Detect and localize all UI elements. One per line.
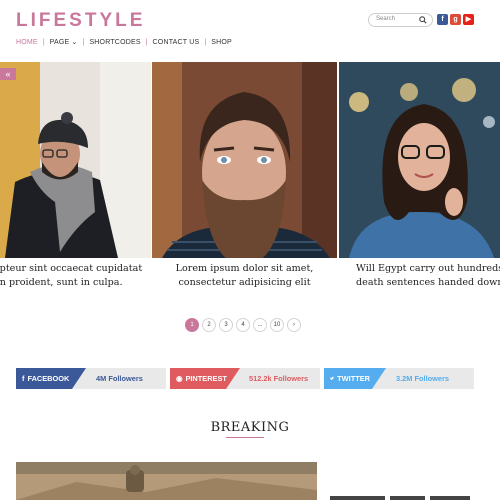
nav-item-home[interactable]: HOME [16,39,38,46]
search-input[interactable]: Search [368,13,433,27]
facebook-followers: 4M Followers [96,374,143,383]
pinterest-counter-label: ◉ PINTEREST [170,368,240,389]
facebook-counter[interactable]: f FACEBOOK 4M Followers [16,368,166,389]
pinterest-icon: ◉ [176,374,183,383]
breaking-section-title: BREAKING [210,420,290,435]
nav-separator: | [42,38,45,46]
nav-item-page-label: PAGE [49,39,70,46]
page-button-2[interactable]: 2 [202,318,216,332]
pinterest-followers: 512.2k Followers [249,374,309,383]
site-logo[interactable]: LIFESTYLE [16,10,145,32]
page-button-3[interactable]: 3 [219,318,233,332]
slide-image-2[interactable] [152,62,337,258]
nav-separator: | [82,38,85,46]
search-placeholder: Search [376,16,396,22]
page-button-10[interactable]: 10 [270,318,284,332]
breaking-article-headline-cutoff[interactable] [330,493,500,500]
pinterest-network-name: PINTEREST [185,374,227,383]
slide-caption-line: on proident, sunt in culpa. [0,277,123,288]
breaking-article-image[interactable] [16,462,317,500]
nav-item-contact[interactable]: CONTACT US [153,39,200,46]
facebook-counter-label: f FACEBOOK [16,368,86,389]
chevron-down-icon: ⌄ [71,39,78,46]
slide-image-3[interactable] [339,62,500,258]
pinterest-counter[interactable]: ◉ PINTEREST 512.2k Followers [170,368,320,389]
youtube-icon[interactable]: ▶ [463,14,474,25]
breaking-title-underline [226,437,264,438]
slide-caption-line: Lorem ipsum dolor sit amet, [175,263,314,274]
twitter-icon [330,375,334,382]
slide-caption-3[interactable]: Will Egypt carry out hundreds o death se… [356,262,500,290]
nav-item-shop[interactable]: SHOP [211,39,232,46]
slide-caption-1[interactable]: epteur sint occaecat cupidatat on proide… [0,262,154,290]
twitter-network-name: TWITTER [337,374,370,383]
next-page-button[interactable]: › [287,318,301,332]
twitter-followers: 3.2M Followers [396,374,449,383]
slide-caption-line: Will Egypt carry out hundreds o [356,263,500,274]
page-button-1[interactable]: 1 [185,318,199,332]
slide-caption-2[interactable]: Lorem ipsum dolor sit amet, consectetur … [152,262,337,290]
facebook-icon: f [22,374,25,383]
search-icon[interactable] [419,16,427,24]
prev-arrow-button[interactable]: « [0,68,16,80]
twitter-counter[interactable]: TWITTER 3.2M Followers [324,368,474,389]
page-button-4[interactable]: 4 [236,318,250,332]
slide-caption-line: consectetur adipisicing elit [178,277,311,288]
nav-item-shortcodes[interactable]: SHORTCODES [89,39,140,46]
main-nav: HOME | PAGE ⌄ | SHORTCODES | CONTACT US … [16,38,232,47]
google-plus-icon[interactable]: g [450,14,461,25]
facebook-network-name: FACEBOOK [27,374,70,383]
page-ellipsis: ... [253,318,267,332]
twitter-counter-label: TWITTER [324,368,386,389]
pagination: 1 2 3 4 ... 10 › [185,318,301,332]
slide-image-1[interactable]: « [0,62,151,258]
slide-caption-line: epteur sint occaecat cupidatat [0,263,143,274]
facebook-icon[interactable]: f [437,14,448,25]
nav-separator: | [145,38,148,46]
slide-caption-line: death sentences handed down? [356,277,500,288]
nav-separator: | [204,38,207,46]
nav-item-page[interactable]: PAGE ⌄ [50,38,78,46]
